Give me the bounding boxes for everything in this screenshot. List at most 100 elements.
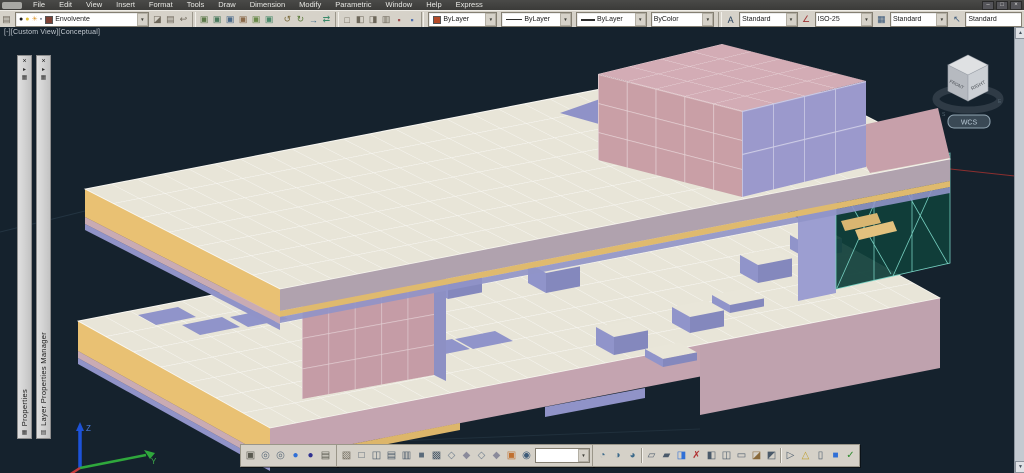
layer-bulb-icon[interactable]: ● bbox=[25, 13, 29, 26]
menu-edit[interactable]: Edit bbox=[52, 0, 79, 10]
chevron-down-icon[interactable]: ▼ bbox=[861, 13, 872, 26]
menu-view[interactable]: View bbox=[79, 0, 109, 10]
lock-layer-icon[interactable]: ▪ bbox=[393, 12, 406, 27]
layer-properties-manager-icon[interactable]: ▤ bbox=[0, 12, 13, 27]
shell-icon[interactable]: ◩ bbox=[764, 447, 779, 464]
copy-objects-to-layer-icon[interactable]: ⇄ bbox=[320, 12, 333, 27]
chevron-down-icon[interactable]: ▼ bbox=[485, 13, 496, 26]
layer-merge-icon[interactable]: □ bbox=[341, 12, 354, 27]
layer-color-swatch[interactable] bbox=[45, 16, 53, 24]
texture-icon[interactable]: ▣ bbox=[504, 447, 519, 464]
chevron-down-icon[interactable]: ▼ bbox=[560, 13, 571, 26]
linetype-control-dropdown[interactable]: ByLayer ▼ bbox=[501, 12, 572, 27]
continuous-orbit-icon[interactable]: ◕ bbox=[625, 447, 640, 464]
properties-menu-icon[interactable]: ▦ bbox=[41, 74, 47, 82]
render-crop-icon[interactable]: ◎ bbox=[273, 447, 288, 464]
layer-thaw-icon[interactable]: ▣ bbox=[263, 12, 276, 27]
close-button[interactable]: × bbox=[1010, 1, 1022, 10]
palette-title[interactable]: Layer Properties Manager bbox=[39, 332, 48, 426]
vs-sphere-2-icon[interactable]: ◆ bbox=[459, 447, 474, 464]
magnifier-icon[interactable]: ◉ bbox=[519, 447, 534, 464]
render-presets-icon[interactable]: ● bbox=[303, 447, 318, 464]
minimize-button[interactable]: – bbox=[982, 1, 994, 10]
offset-faces-icon[interactable]: ◨ bbox=[674, 447, 689, 464]
render-sphere-icon[interactable]: ● bbox=[288, 447, 303, 464]
auto-hide-icon[interactable]: ▸ bbox=[42, 66, 45, 74]
hide-icon[interactable]: ▣ bbox=[243, 447, 258, 464]
viewport-label[interactable]: [-][Custom View][Conceptual] bbox=[4, 29, 100, 36]
restore-button[interactable]: □ bbox=[996, 1, 1008, 10]
palette-properties[interactable]: × ▸ ▦ Properties ▦ bbox=[17, 55, 32, 439]
visual-styles-manager-icon[interactable]: ▧ bbox=[339, 447, 354, 464]
rotate-faces-icon[interactable]: ◧ bbox=[704, 447, 719, 464]
close-icon[interactable]: × bbox=[22, 57, 26, 66]
menu-parametric[interactable]: Parametric bbox=[328, 0, 378, 10]
chevron-down-icon[interactable]: ▼ bbox=[635, 13, 646, 26]
palette-title[interactable]: Properties bbox=[20, 389, 29, 426]
menu-file[interactable]: File bbox=[26, 0, 52, 10]
move-faces-icon[interactable]: ▰ bbox=[659, 447, 674, 464]
constrained-orbit-icon[interactable]: ◔ bbox=[595, 447, 610, 464]
chevron-down-icon[interactable]: ▼ bbox=[702, 13, 713, 26]
vs-shaded-icon[interactable]: ▩ bbox=[429, 447, 444, 464]
multileader-style-icon[interactable]: ↖ bbox=[950, 12, 963, 27]
delete-faces-icon[interactable]: ✗ bbox=[689, 447, 704, 464]
menu-draw[interactable]: Draw bbox=[211, 0, 243, 10]
vs-3d-hidden-icon[interactable]: ▤ bbox=[384, 447, 399, 464]
scroll-down-icon[interactable]: ▼ bbox=[1015, 461, 1024, 473]
render-region-icon[interactable]: ◎ bbox=[258, 447, 273, 464]
color-control-dropdown[interactable]: ByLayer ▼ bbox=[428, 12, 497, 27]
dimension-style-icon[interactable]: ∠ bbox=[800, 12, 813, 27]
layer-update-icon[interactable]: ▤ bbox=[164, 12, 177, 27]
menu-express[interactable]: Express bbox=[449, 0, 490, 10]
text-style-icon[interactable]: A bbox=[724, 12, 737, 27]
table-style-dropdown[interactable]: Standard ▼ bbox=[890, 12, 948, 27]
view-cube[interactable]: S E FRONT RIGHT WCS bbox=[936, 55, 1002, 128]
box-icon[interactable]: ■ bbox=[828, 447, 843, 464]
multileader-style-dropdown[interactable]: Standard bbox=[965, 12, 1022, 27]
select-icon[interactable]: ▷ bbox=[783, 447, 798, 464]
color-faces-icon[interactable]: ◪ bbox=[749, 447, 764, 464]
visual-style-combo[interactable]: ▼ bbox=[535, 448, 590, 463]
table-style-icon[interactable]: ▦ bbox=[875, 12, 888, 27]
menu-format[interactable]: Format bbox=[142, 0, 180, 10]
check-interference-icon[interactable]: △ bbox=[798, 447, 813, 464]
layer-freeze-sun-icon[interactable]: ☀ bbox=[31, 13, 37, 26]
text-style-dropdown[interactable]: Standard ▼ bbox=[739, 12, 797, 27]
menu-window[interactable]: Window bbox=[379, 0, 420, 10]
drawing-area[interactable]: [-][Custom View][Conceptual] bbox=[0, 27, 1024, 473]
layer-freeze-icon[interactable]: ▣ bbox=[224, 12, 237, 27]
layer-isolate-icon[interactable]: ▣ bbox=[198, 12, 211, 27]
auto-hide-icon[interactable]: ▸ bbox=[23, 66, 26, 74]
unlock-layer-icon[interactable]: ▪ bbox=[406, 12, 419, 27]
layer-unisolate-icon[interactable]: ▣ bbox=[211, 12, 224, 27]
menu-browser-button[interactable] bbox=[2, 2, 22, 9]
vs-3d-wireframe-icon[interactable]: ◫ bbox=[369, 447, 384, 464]
extrude-faces-icon[interactable]: ▱ bbox=[644, 447, 659, 464]
copy-faces-icon[interactable]: ▭ bbox=[734, 447, 749, 464]
layer-walk-icon[interactable]: ↺ bbox=[281, 12, 294, 27]
vertical-scrollbar[interactable]: ▲ ▼ bbox=[1014, 27, 1024, 473]
vs-sphere-1-icon[interactable]: ◇ bbox=[444, 447, 459, 464]
layer-lock-icon[interactable]: ▪ bbox=[40, 13, 42, 26]
chevron-down-icon[interactable]: ▼ bbox=[936, 13, 947, 26]
layer-previous-icon[interactable]: ↩ bbox=[177, 12, 190, 27]
change-to-current-layer-icon[interactable]: → bbox=[307, 12, 320, 27]
menu-dimension[interactable]: Dimension bbox=[243, 0, 292, 10]
palette-layer-properties-manager[interactable]: × ▸ ▦ Layer Properties Manager ▤ bbox=[36, 55, 51, 439]
taper-faces-icon[interactable]: ◫ bbox=[719, 447, 734, 464]
vs-2d-wireframe-icon[interactable]: □ bbox=[354, 447, 369, 464]
menu-tools[interactable]: Tools bbox=[180, 0, 212, 10]
vs-sphere-3-icon[interactable]: ◇ bbox=[474, 447, 489, 464]
dim-style-dropdown[interactable]: ISO-25 ▼ bbox=[815, 12, 873, 27]
render-window-icon[interactable]: ▤ bbox=[318, 447, 333, 464]
menu-insert[interactable]: Insert bbox=[109, 0, 142, 10]
layer-match-icon[interactable]: ↻ bbox=[294, 12, 307, 27]
vs-conceptual-icon[interactable]: ■ bbox=[414, 447, 429, 464]
validate-icon[interactable]: ✓ bbox=[843, 447, 858, 464]
layer-delete-icon[interactable]: ◧ bbox=[354, 12, 367, 27]
thaw-all-layers-icon[interactable]: ▥ bbox=[380, 12, 393, 27]
layer-on-icon[interactable]: ● bbox=[19, 13, 23, 26]
properties-menu-icon[interactable]: ▦ bbox=[22, 74, 28, 82]
layer-control-dropdown[interactable]: ● ● ☀ ▪ Envolvente ▼ bbox=[15, 12, 149, 27]
